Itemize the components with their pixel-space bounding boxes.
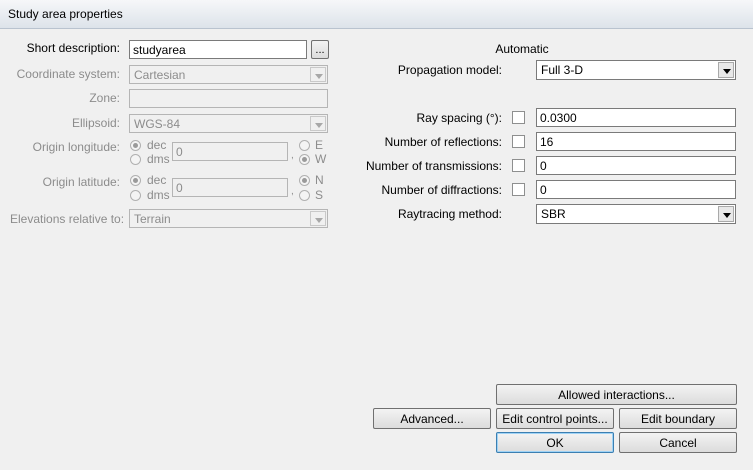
coordinate-system-value: Cartesian <box>134 68 186 82</box>
chevron-down-icon <box>718 206 734 222</box>
ellipsoid-value: WGS-84 <box>134 117 181 131</box>
short-description-input[interactable]: studyarea <box>129 40 307 59</box>
reflections-label: Number of reflections: <box>384 135 502 149</box>
longitude-east-radio[interactable] <box>299 140 310 151</box>
origin-latitude-label: Origin latitude: <box>42 175 120 189</box>
advanced-label: Advanced... <box>400 411 464 426</box>
coordinate-system-select[interactable]: Cartesian <box>129 65 328 84</box>
ok-button[interactable]: OK <box>496 432 614 453</box>
diffractions-input[interactable]: 0 <box>536 180 736 199</box>
ray-spacing-input[interactable]: 0.0300 <box>536 108 736 127</box>
longitude-dms-label: dms <box>147 152 170 166</box>
ellipsoid-select[interactable]: WGS-84 <box>129 114 328 133</box>
title-bar: Study area properties <box>0 0 753 29</box>
propagation-model-label: Propagation model: <box>397 63 502 77</box>
edit-boundary-label: Edit boundary <box>640 411 716 426</box>
longitude-separator: , <box>291 150 294 161</box>
latitude-north-label: N <box>315 173 324 187</box>
chevron-down-icon <box>310 211 326 226</box>
raytracing-method-value: SBR <box>541 207 566 221</box>
browse-button-label: ... <box>315 43 325 56</box>
chevron-down-icon <box>310 116 326 131</box>
ok-label: OK <box>546 435 564 450</box>
cancel-button[interactable]: Cancel <box>619 432 737 453</box>
automatic-heading: Automatic <box>495 42 549 56</box>
propagation-model-select[interactable]: Full 3-D <box>536 60 736 80</box>
elevations-value: Terrain <box>134 212 171 226</box>
transmissions-checkbox[interactable] <box>512 159 525 172</box>
transmissions-input[interactable]: 0 <box>536 156 736 175</box>
elevations-select[interactable]: Terrain <box>129 209 328 228</box>
allowed-interactions-button[interactable]: Allowed interactions... <box>496 384 737 405</box>
transmissions-label: Number of transmissions: <box>365 159 502 173</box>
longitude-dms-radio[interactable] <box>130 154 141 165</box>
chevron-down-icon <box>310 67 326 82</box>
longitude-west-label: W <box>315 152 327 166</box>
chevron-down-icon <box>718 62 734 78</box>
longitude-dec-label: dec <box>147 138 167 152</box>
edit-control-points-label: Edit control points... <box>502 411 608 426</box>
latitude-dec-radio[interactable] <box>130 175 141 186</box>
coordinate-system-label: Coordinate system: <box>16 67 120 81</box>
allowed-interactions-label: Allowed interactions... <box>558 387 675 402</box>
elevations-label: Elevations relative to: <box>10 212 125 226</box>
latitude-dms-radio[interactable] <box>130 190 141 201</box>
short-description-label: Short description: <box>26 41 120 55</box>
browse-button[interactable]: ... <box>311 40 329 59</box>
ray-spacing-checkbox[interactable] <box>512 111 525 124</box>
zone-label: Zone: <box>89 91 120 105</box>
reflections-input[interactable]: 16 <box>536 132 736 151</box>
origin-latitude-input[interactable]: 0 <box>172 178 288 197</box>
raytracing-method-label: Raytracing method: <box>397 207 502 221</box>
edit-boundary-button[interactable]: Edit boundary <box>619 408 737 429</box>
latitude-south-radio[interactable] <box>299 190 310 201</box>
origin-longitude-label: Origin longitude: <box>32 140 120 154</box>
diffractions-value: 0 <box>540 183 547 197</box>
ellipsoid-label: Ellipsoid: <box>71 116 120 130</box>
short-description-value: studyarea <box>133 43 186 57</box>
window-title: Study area properties <box>8 7 123 21</box>
reflections-checkbox[interactable] <box>512 135 525 148</box>
edit-control-points-button[interactable]: Edit control points... <box>496 408 614 429</box>
diffractions-label: Number of diffractions: <box>381 183 503 197</box>
raytracing-method-select[interactable]: SBR <box>536 204 736 224</box>
latitude-dec-label: dec <box>147 173 167 187</box>
diffractions-checkbox[interactable] <box>512 183 525 196</box>
reflections-value: 16 <box>540 135 554 149</box>
cancel-label: Cancel <box>659 435 697 450</box>
origin-longitude-value: 0 <box>176 145 183 159</box>
zone-input[interactable] <box>129 89 328 108</box>
latitude-south-label: S <box>315 188 324 202</box>
advanced-button[interactable]: Advanced... <box>373 408 491 429</box>
ray-spacing-label: Ray spacing (°): <box>416 111 503 125</box>
propagation-model-value: Full 3-D <box>541 63 584 77</box>
longitude-west-radio[interactable] <box>299 154 310 165</box>
ray-spacing-value: 0.0300 <box>540 111 577 125</box>
longitude-dec-radio[interactable] <box>130 140 141 151</box>
origin-longitude-input[interactable]: 0 <box>172 142 288 161</box>
origin-latitude-value: 0 <box>176 181 183 195</box>
latitude-north-radio[interactable] <box>299 175 310 186</box>
latitude-dms-label: dms <box>147 188 170 202</box>
transmissions-value: 0 <box>540 159 547 173</box>
longitude-east-label: E <box>315 138 324 152</box>
latitude-separator: , <box>291 186 294 197</box>
